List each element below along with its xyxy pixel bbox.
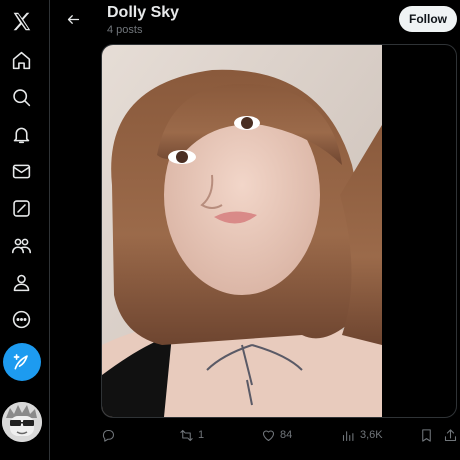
share-icon <box>444 428 457 441</box>
like-button[interactable]: 84 <box>261 424 292 446</box>
x-logo-icon[interactable] <box>6 6 36 36</box>
repost-button[interactable]: 1 <box>179 424 204 446</box>
search-icon[interactable] <box>6 82 36 112</box>
heart-icon <box>262 429 275 441</box>
back-button[interactable] <box>62 8 84 30</box>
post-media[interactable] <box>101 44 457 418</box>
reply-icon <box>102 429 115 442</box>
bookmark-button[interactable] <box>419 424 434 446</box>
views-count: 3,6K <box>360 429 383 441</box>
compose-post-button[interactable] <box>3 343 41 381</box>
account-avatar[interactable] <box>2 402 42 442</box>
post-actions: 1 84 3,6K <box>101 424 460 446</box>
notifications-icon[interactable] <box>6 119 36 149</box>
grok-icon[interactable] <box>6 193 36 223</box>
sidebar-nav <box>0 0 50 460</box>
share-button[interactable] <box>443 424 458 446</box>
reply-button[interactable] <box>101 424 120 446</box>
back-arrow-icon <box>67 14 79 24</box>
profile-icon[interactable] <box>6 267 36 297</box>
repost-icon <box>180 429 193 441</box>
post-photo <box>102 45 382 417</box>
bookmark-icon <box>422 428 431 442</box>
compose-post-icon <box>13 354 28 370</box>
views-button[interactable]: 3,6K <box>341 424 383 446</box>
more-icon[interactable] <box>6 304 36 334</box>
like-count: 84 <box>280 429 293 441</box>
views-icon <box>342 430 354 441</box>
repost-count: 1 <box>198 429 205 441</box>
post-count: 4 posts <box>107 24 143 36</box>
follow-button[interactable]: Follow <box>399 6 457 32</box>
profile-header: Dolly Sky 4 posts Follow <box>50 0 460 42</box>
communities-icon[interactable] <box>6 230 36 260</box>
profile-name: Dolly Sky <box>107 4 180 21</box>
messages-icon[interactable] <box>6 156 36 186</box>
home-icon[interactable] <box>6 45 36 75</box>
